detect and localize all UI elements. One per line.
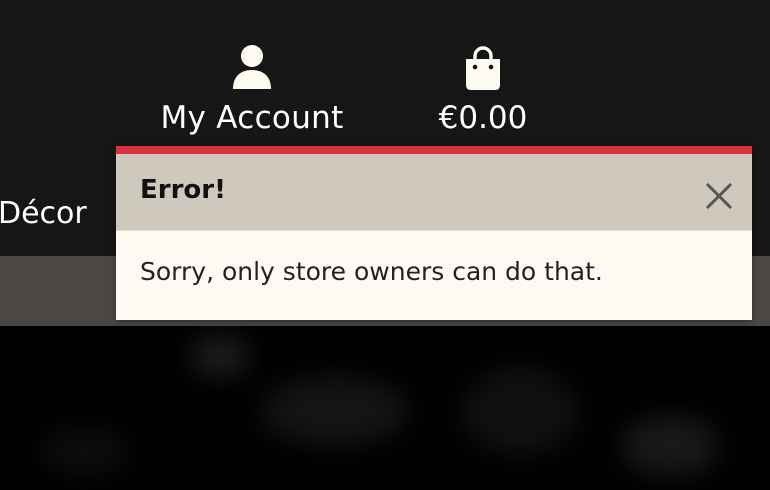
toast-message: Sorry, only store owners can do that.: [140, 257, 603, 286]
toast-header: Error!: [116, 154, 752, 231]
error-toast: Error! Sorry, only store owners can do t…: [116, 146, 752, 320]
close-icon[interactable]: [699, 176, 739, 216]
bag-total: €0.00: [438, 100, 528, 136]
nav-item-decor[interactable]: Décor: [0, 194, 87, 234]
toast-accent-bar: [116, 146, 752, 154]
my-account-link[interactable]: My Account: [150, 40, 354, 140]
shopping-bag-link[interactable]: €0.00: [428, 40, 538, 140]
toast-title: Error!: [140, 175, 226, 205]
my-account-label: My Account: [160, 100, 344, 136]
user-icon: [233, 45, 271, 89]
hero-image: [0, 326, 770, 490]
shopping-bag-icon: [466, 46, 500, 90]
